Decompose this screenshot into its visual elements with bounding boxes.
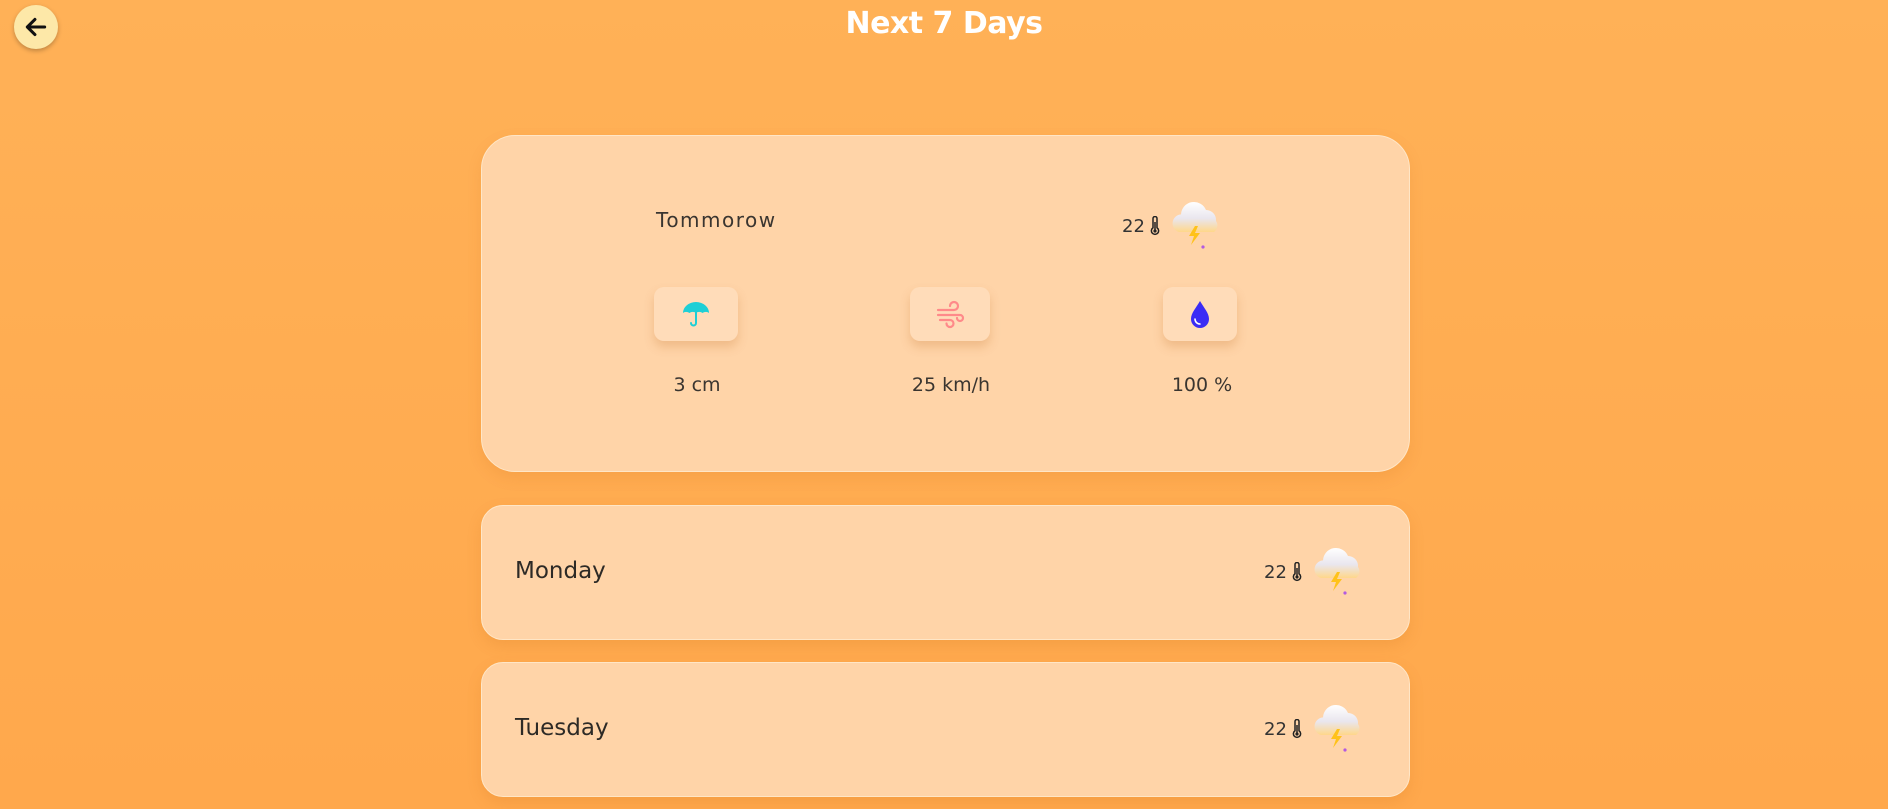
thunderstorm-cloud-icon: [1314, 704, 1360, 752]
tomorrow-card[interactable]: Tommorow 22 3 cm 25 km/h 100 %: [481, 135, 1410, 472]
temperature-group: 22: [1122, 198, 1227, 254]
wind-value: 25 km/h: [911, 374, 991, 396]
temperature-group: 22: [1264, 701, 1369, 757]
wind-stat-box: [910, 287, 990, 341]
rain-stat-box: [654, 287, 738, 341]
temperature-value: 22: [1122, 215, 1145, 237]
temperature-value: 22: [1264, 561, 1287, 583]
temperature-value: 22: [1264, 718, 1287, 740]
humidity-stat-box: [1163, 287, 1237, 341]
humidity-value: 100 %: [1171, 374, 1233, 396]
thunderstorm-cloud-icon: [1314, 547, 1360, 595]
day-card-monday[interactable]: Monday 22: [481, 505, 1410, 640]
umbrella-icon: [683, 302, 709, 327]
wind-icon: [936, 300, 965, 329]
page-title: Next 7 Days: [845, 6, 1043, 41]
thermometer-icon: [1150, 216, 1160, 236]
thermometer-icon: [1292, 719, 1302, 739]
day-name: Tuesday: [515, 715, 609, 741]
temperature-group: 22: [1264, 544, 1369, 600]
day-label: Tommorow: [656, 208, 777, 232]
day-card-tuesday[interactable]: Tuesday 22: [481, 662, 1410, 797]
thunderstorm-cloud-icon: [1172, 201, 1218, 249]
rain-value: 3 cm: [673, 374, 721, 396]
day-name: Monday: [515, 558, 606, 584]
water-drop-icon: [1191, 301, 1209, 328]
thermometer-icon: [1292, 562, 1302, 582]
